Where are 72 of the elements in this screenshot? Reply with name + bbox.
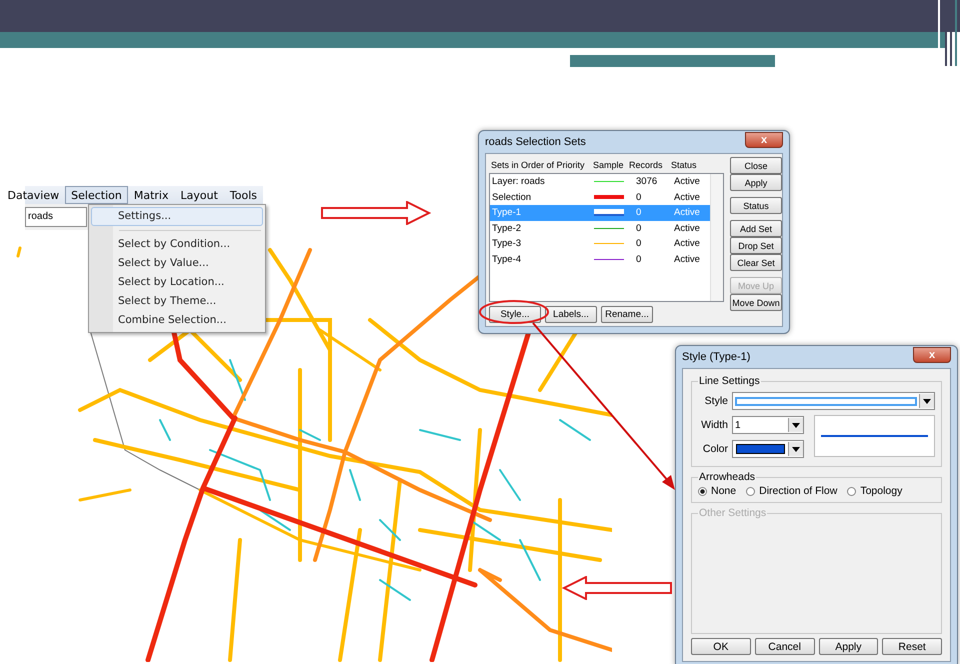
highlight-ellipse: [478, 299, 550, 325]
caret-icon: [923, 398, 931, 404]
menu-item[interactable]: Select by Value...: [91, 254, 263, 273]
set-status: Active: [674, 222, 701, 234]
layer-field[interactable]: roads: [25, 207, 87, 227]
set-status: Active: [674, 254, 701, 265]
set-status: Active: [674, 176, 701, 188]
set-status: Active: [674, 207, 701, 218]
window-title: roads Selection Sets: [485, 136, 586, 148]
dialog-button[interactable]: Clear Set: [730, 254, 782, 271]
set-name: Layer: roads: [491, 176, 546, 188]
field-label: Style: [704, 395, 728, 407]
group-label: Other Settings: [698, 507, 768, 519]
menu-item[interactable]: Selection: [65, 186, 128, 204]
set-status: Active: [674, 192, 701, 203]
caret-icon: [792, 422, 800, 428]
record-count: 0: [635, 254, 642, 265]
column-header: Records: [629, 160, 664, 170]
menu-item[interactable]: Layout: [174, 186, 224, 204]
window-title: Style (Type-1): [682, 351, 750, 363]
record-count: 0: [635, 207, 642, 218]
radio-option[interactable]: Topology: [847, 485, 902, 497]
color-dropdown[interactable]: [732, 440, 804, 458]
set-name: Type-3: [491, 238, 522, 250]
menu-item[interactable]: Settings...: [91, 207, 263, 226]
record-count: 3076: [635, 176, 658, 188]
field-label: Color: [702, 443, 728, 455]
radio-option[interactable]: Direction of Flow: [746, 485, 838, 497]
set-name: Type-1: [491, 207, 522, 218]
caret-icon: [792, 446, 800, 452]
dialog-button[interactable]: Close: [730, 157, 782, 174]
record-count: 0: [635, 238, 642, 250]
column-header: Status: [671, 160, 698, 170]
menu-item[interactable]: Dataview: [2, 186, 66, 204]
group-label: Arrowheads: [698, 471, 756, 483]
list-row[interactable]: Layer: roads 3076 Active: [490, 174, 710, 190]
scroll-bar[interactable]: [710, 174, 723, 301]
dialog-button[interactable]: Apply: [730, 174, 782, 191]
dialog-button[interactable]: Drop Set: [730, 237, 782, 254]
column-header: Sets in Order of Priority: [490, 160, 586, 170]
list-row[interactable]: Selection 0 Active: [490, 190, 710, 205]
dialog-button[interactable]: Add Set: [730, 220, 782, 237]
set-name: Selection: [491, 192, 532, 203]
style-dropdown[interactable]: [732, 392, 935, 410]
radio-option[interactable]: None: [698, 485, 736, 497]
column-header: Sample: [593, 160, 625, 170]
set-name: Type-2: [491, 222, 522, 234]
menu-item[interactable]: Tools: [224, 186, 263, 204]
field-label: Width: [700, 419, 728, 431]
menu-item[interactable]: Select by Theme...: [91, 292, 263, 311]
record-count: 0: [635, 222, 642, 234]
set-status: Active: [674, 238, 701, 250]
record-count: 0: [635, 192, 642, 203]
group-label: Line Settings: [698, 375, 761, 387]
list-row[interactable]: Type-2 0 Active: [490, 220, 710, 236]
menu-item[interactable]: Select by Condition...: [91, 235, 263, 254]
dialog-button[interactable]: OK: [691, 638, 751, 655]
set-name: Type-4: [491, 254, 522, 265]
menu-item[interactable]: Matrix: [128, 186, 174, 204]
dialog-button[interactable]: Style...: [489, 306, 541, 323]
dialog-button[interactable]: Apply: [818, 638, 878, 655]
width-dropdown[interactable]: 1: [732, 416, 804, 434]
dialog-button[interactable]: Rename...: [601, 306, 653, 323]
dialog-button[interactable]: Status: [730, 197, 782, 214]
dialog-button[interactable]: Reset: [882, 638, 942, 655]
dialog-button[interactable]: Move Down: [730, 294, 782, 311]
menu-item[interactable]: Select by Location...: [91, 273, 263, 292]
dialog-button[interactable]: Cancel: [754, 638, 814, 655]
list-row[interactable]: Type-4 0 Active: [490, 252, 710, 267]
list-row[interactable]: Type-3 0 Active: [490, 236, 710, 252]
dialog-button[interactable]: Labels...: [545, 306, 597, 323]
menu-item[interactable]: Combine Selection...: [91, 311, 263, 330]
